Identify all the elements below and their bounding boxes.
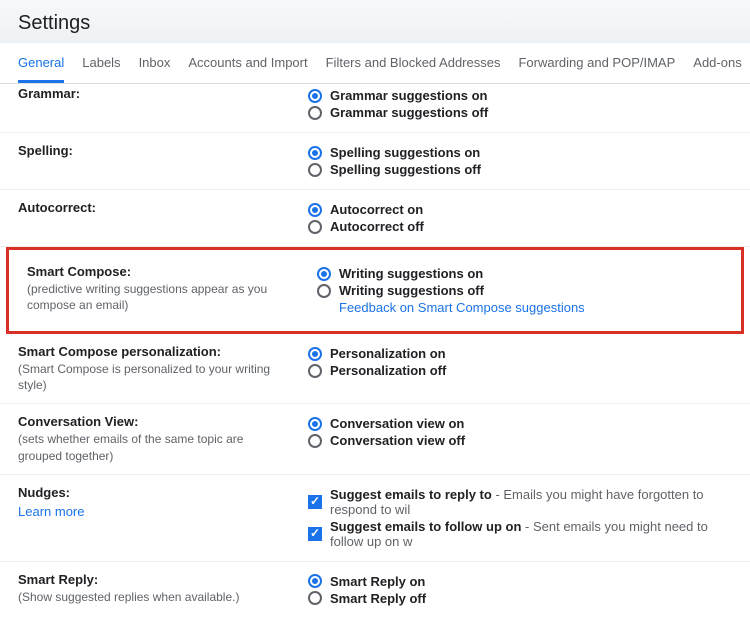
personalization-on-label: Personalization on xyxy=(330,346,446,361)
radio-icon xyxy=(308,203,322,217)
radio-icon xyxy=(308,106,322,120)
radio-icon xyxy=(308,364,322,378)
row-smart-reply: Smart Reply: (Show suggested replies whe… xyxy=(0,562,750,618)
tab-labels[interactable]: Labels xyxy=(82,53,120,83)
nudge-followup-option[interactable]: Suggest emails to follow up on - Sent em… xyxy=(308,519,732,549)
spelling-title: Spelling: xyxy=(18,143,288,158)
spelling-off-label: Spelling suggestions off xyxy=(330,162,481,177)
row-autocorrect: Autocorrect: Autocorrect on Autocorrect … xyxy=(0,190,750,247)
personalization-title: Smart Compose personalization: xyxy=(18,344,288,359)
checkbox-icon xyxy=(308,495,322,509)
conversation-desc: (sets whether emails of the same topic a… xyxy=(18,431,288,463)
tab-filters[interactable]: Filters and Blocked Addresses xyxy=(326,53,501,83)
writing-off-label: Writing suggestions off xyxy=(339,283,484,298)
personalization-off-option[interactable]: Personalization off xyxy=(308,363,732,378)
smart-compose-title: Smart Compose: xyxy=(27,264,297,279)
conversation-off-option[interactable]: Conversation view off xyxy=(308,433,732,448)
nudges-title: Nudges: xyxy=(18,485,288,500)
tab-inbox[interactable]: Inbox xyxy=(139,53,171,83)
nudge-reply-option[interactable]: Suggest emails to reply to - Emails you … xyxy=(308,487,732,517)
writing-off-option[interactable]: Writing suggestions off xyxy=(317,283,723,298)
radio-icon xyxy=(317,267,331,281)
radio-icon xyxy=(308,220,322,234)
row-personalization: Smart Compose personalization: (Smart Co… xyxy=(0,334,750,404)
radio-icon xyxy=(308,89,322,103)
page-title: Settings xyxy=(18,12,732,35)
radio-icon xyxy=(308,163,322,177)
settings-header: Settings xyxy=(0,0,750,43)
spelling-on-option[interactable]: Spelling suggestions on xyxy=(308,145,732,160)
tab-addons[interactable]: Add-ons xyxy=(693,53,741,83)
row-spelling: Spelling: Spelling suggestions on Spelli… xyxy=(0,133,750,190)
grammar-title: Grammar: xyxy=(18,86,288,101)
grammar-on-label: Grammar suggestions on xyxy=(330,88,487,103)
radio-icon xyxy=(308,574,322,588)
radio-icon xyxy=(308,591,322,605)
smart-reply-desc: (Show suggested replies when available.) xyxy=(18,589,288,605)
radio-icon xyxy=(308,146,322,160)
grammar-on-option[interactable]: Grammar suggestions on xyxy=(308,88,732,103)
nudges-learn-more[interactable]: Learn more xyxy=(18,504,288,519)
settings-tabs: General Labels Inbox Accounts and Import… xyxy=(0,43,750,84)
smart-reply-off-option[interactable]: Smart Reply off xyxy=(308,591,732,606)
conversation-on-option[interactable]: Conversation view on xyxy=(308,416,732,431)
checkbox-icon xyxy=(308,527,322,541)
nudge-followup-label: Suggest emails to follow up on xyxy=(330,519,521,534)
grammar-off-option[interactable]: Grammar suggestions off xyxy=(308,105,732,120)
autocorrect-title: Autocorrect: xyxy=(18,200,288,215)
smart-reply-on-option[interactable]: Smart Reply on xyxy=(308,574,732,589)
conversation-off-label: Conversation view off xyxy=(330,433,465,448)
row-smart-compose: Smart Compose: (predictive writing sugge… xyxy=(9,250,741,331)
conversation-on-label: Conversation view on xyxy=(330,416,464,431)
row-conversation: Conversation View: (sets whether emails … xyxy=(0,404,750,474)
spelling-off-option[interactable]: Spelling suggestions off xyxy=(308,162,732,177)
writing-on-option[interactable]: Writing suggestions on xyxy=(317,266,723,281)
spelling-on-label: Spelling suggestions on xyxy=(330,145,480,160)
autocorrect-off-label: Autocorrect off xyxy=(330,219,424,234)
autocorrect-on-label: Autocorrect on xyxy=(330,202,423,217)
row-nudges: Nudges: Learn more Suggest emails to rep… xyxy=(0,475,750,562)
radio-icon xyxy=(308,417,322,431)
personalization-on-option[interactable]: Personalization on xyxy=(308,346,732,361)
tab-general[interactable]: General xyxy=(18,53,64,83)
smart-compose-highlight: Smart Compose: (predictive writing sugge… xyxy=(6,247,744,334)
radio-icon xyxy=(308,434,322,448)
radio-icon xyxy=(317,284,331,298)
conversation-title: Conversation View: xyxy=(18,414,288,429)
personalization-desc: (Smart Compose is personalized to your w… xyxy=(18,361,288,393)
smart-reply-on-label: Smart Reply on xyxy=(330,574,425,589)
writing-on-label: Writing suggestions on xyxy=(339,266,483,281)
feedback-link[interactable]: Feedback on Smart Compose suggestions xyxy=(339,300,585,315)
smart-compose-feedback[interactable]: Feedback on Smart Compose suggestions xyxy=(339,300,723,315)
smart-reply-title: Smart Reply: xyxy=(18,572,288,587)
settings-content: Grammar: Grammar suggestions on Grammar … xyxy=(0,84,750,628)
nudge-reply-label: Suggest emails to reply to xyxy=(330,487,492,502)
radio-icon xyxy=(308,347,322,361)
tab-accounts[interactable]: Accounts and Import xyxy=(188,53,307,83)
autocorrect-on-option[interactable]: Autocorrect on xyxy=(308,202,732,217)
grammar-off-label: Grammar suggestions off xyxy=(330,105,488,120)
autocorrect-off-option[interactable]: Autocorrect off xyxy=(308,219,732,234)
smart-reply-off-label: Smart Reply off xyxy=(330,591,426,606)
row-grammar: Grammar: Grammar suggestions on Grammar … xyxy=(0,84,750,133)
personalization-off-label: Personalization off xyxy=(330,363,446,378)
tab-forwarding[interactable]: Forwarding and POP/IMAP xyxy=(518,53,675,83)
smart-compose-desc: (predictive writing suggestions appear a… xyxy=(27,281,297,313)
